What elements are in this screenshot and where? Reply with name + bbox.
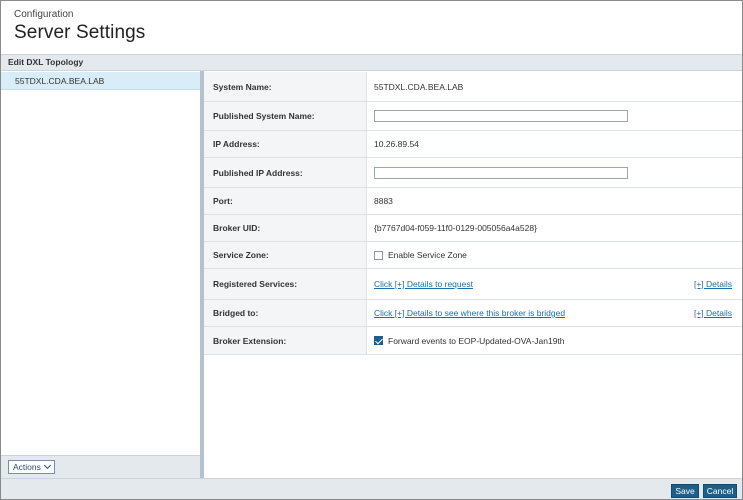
- row-broker-extension: Broker Extension: Forward events to EOP-…: [204, 327, 742, 355]
- row-port: Port: 8883: [204, 188, 742, 215]
- broker-extension-label: Broker Extension:: [213, 335, 287, 346]
- tree-footer-bar: Actions: [1, 455, 200, 478]
- row-registered-services: Registered Services: Click [+] Details t…: [204, 269, 742, 300]
- chevron-down-icon: [43, 461, 51, 470]
- registered-services-request-link[interactable]: Click [+] Details to request: [374, 279, 473, 289]
- page-title: Server Settings: [14, 22, 146, 43]
- published-ip-address-label: Published IP Address:: [213, 167, 303, 178]
- dialog-footer: Save Cancel: [1, 478, 742, 499]
- row-broker-uid: Broker UID: {b7767d04-f059-11f0-0129-005…: [204, 215, 742, 242]
- breadcrumb: Configuration: [14, 9, 74, 20]
- system-name-value: 55TDXL.CDA.BEA.LAB: [374, 81, 464, 92]
- actions-label: Actions: [13, 462, 41, 472]
- registered-services-label: Registered Services:: [213, 279, 298, 289]
- row-service-zone: Service Zone: Enable Service Zone: [204, 242, 742, 269]
- tree-item-broker[interactable]: 55TDXL.CDA.BEA.LAB: [1, 72, 200, 90]
- settings-grid: System Name: 55TDXL.CDA.BEA.LAB Publishe…: [204, 72, 742, 355]
- published-system-name-input[interactable]: [374, 110, 628, 122]
- published-system-name-label: Published System Name:: [213, 111, 315, 121]
- settings-form-pane: System Name: 55TDXL.CDA.BEA.LAB Publishe…: [204, 71, 742, 478]
- section-title: Edit DXL Topology: [8, 57, 84, 67]
- actions-dropdown-button[interactable]: Actions: [8, 460, 55, 474]
- enable-service-zone-checkbox[interactable]: [374, 250, 383, 260]
- system-name-label: System Name:: [213, 81, 272, 92]
- row-ip-address: IP Address: 10.26.89.54: [204, 131, 742, 158]
- topology-tree-pane: 55TDXL.CDA.BEA.LAB: [1, 71, 200, 478]
- forward-events-label: Forward events to EOP-Updated-OVA-Jan19t…: [388, 335, 565, 346]
- row-published-system-name: Published System Name:: [204, 102, 742, 131]
- bridged-to-details-link[interactable]: [+] Details: [694, 308, 732, 318]
- port-label: Port:: [213, 196, 233, 206]
- ip-address-label: IP Address:: [213, 139, 260, 149]
- tree-item-label: 55TDXL.CDA.BEA.LAB: [15, 76, 105, 86]
- registered-services-details-link[interactable]: [+] Details: [694, 279, 732, 289]
- ip-address-value: 10.26.89.54: [374, 139, 419, 149]
- service-zone-label: Service Zone:: [213, 250, 269, 260]
- row-bridged-to: Bridged to: Click [+] Details to see whe…: [204, 300, 742, 327]
- port-value: 8883: [374, 196, 393, 206]
- row-system-name: System Name: 55TDXL.CDA.BEA.LAB: [204, 72, 742, 102]
- forward-events-checkbox[interactable]: [374, 336, 383, 345]
- bridged-to-info-link[interactable]: Click [+] Details to see where this brok…: [374, 308, 565, 318]
- enable-service-zone-label: Enable Service Zone: [388, 250, 467, 260]
- section-bar: Edit DXL Topology: [1, 54, 742, 71]
- published-ip-address-input[interactable]: [374, 166, 628, 179]
- broker-uid-label: Broker UID:: [213, 223, 261, 233]
- broker-uid-value: {b7767d04-f059-11f0-0129-005056a4a528}: [374, 223, 537, 233]
- page-header: Configuration Server Settings: [1, 1, 742, 54]
- save-button[interactable]: Save: [671, 484, 699, 498]
- bridged-to-label: Bridged to:: [213, 308, 259, 318]
- row-published-ip-address: Published IP Address:: [204, 158, 742, 188]
- cancel-button[interactable]: Cancel: [703, 484, 737, 498]
